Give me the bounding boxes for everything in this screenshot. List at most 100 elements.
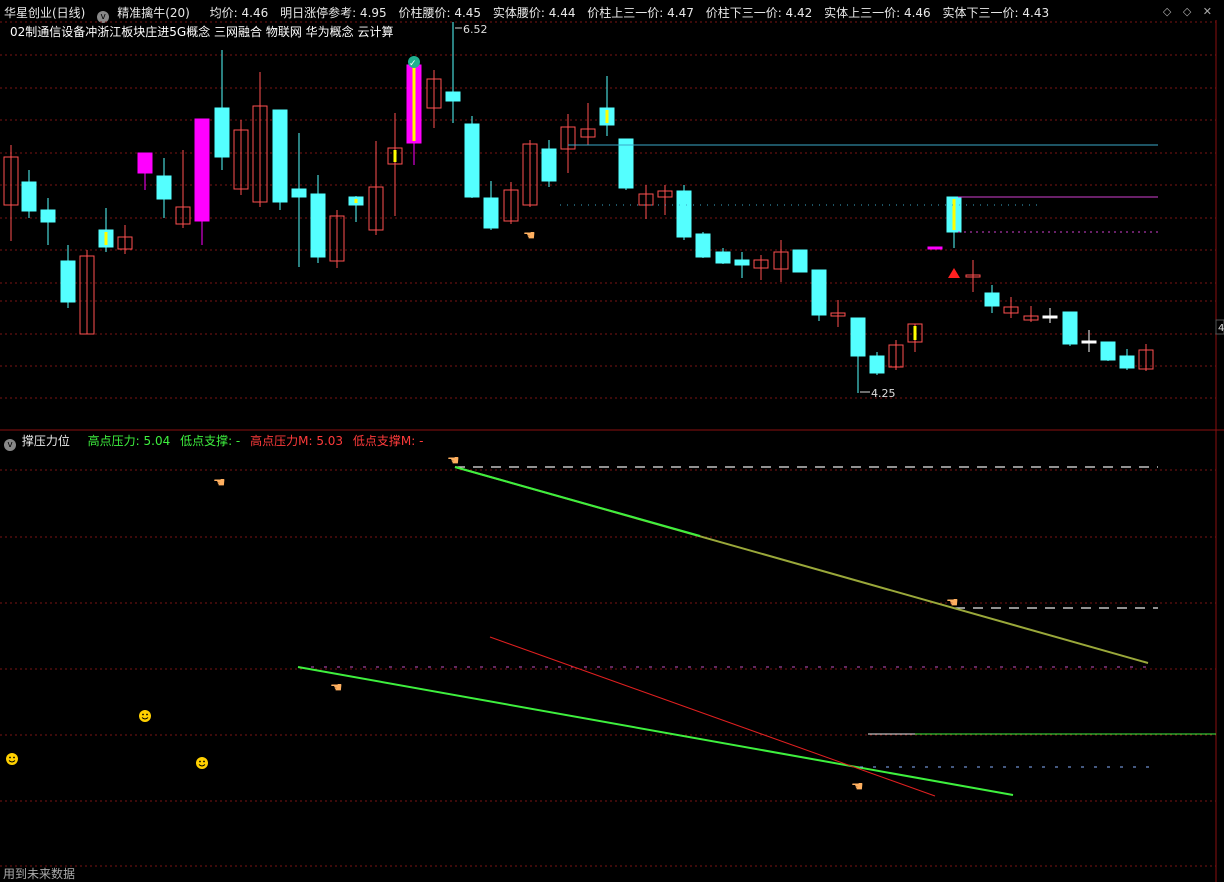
indicator-header: v 撑压力位 高点压力: 5.04 低点支撑: - 高点压力M: 5.03 低点… — [4, 432, 424, 451]
candle — [368, 141, 384, 235]
candle-body — [1062, 311, 1078, 345]
candle — [792, 249, 808, 273]
candle — [406, 62, 422, 165]
candle-body — [811, 269, 827, 316]
candle — [3, 145, 19, 241]
candle — [214, 50, 230, 170]
candlesticks — [3, 22, 1154, 393]
candle — [1100, 341, 1116, 361]
red-triangle-icon — [948, 268, 960, 278]
candle-body — [734, 259, 750, 266]
indicator-field: 高点压力: 5.04 — [87, 434, 171, 448]
candle-body — [464, 123, 480, 198]
candle — [1138, 344, 1154, 371]
candle-body — [676, 190, 692, 238]
candle — [638, 185, 654, 219]
candle — [98, 208, 114, 252]
candle — [599, 76, 615, 136]
indicator-lines — [297, 466, 1216, 797]
candle — [907, 323, 923, 352]
candle — [984, 285, 1000, 313]
candle-body — [156, 175, 172, 200]
indicator-field: 高点压力M: 5.03 — [250, 434, 344, 448]
candle-body — [40, 209, 56, 223]
candle — [734, 252, 750, 278]
candle — [272, 109, 288, 210]
candle-body — [445, 91, 461, 102]
candle — [387, 113, 403, 216]
candle — [291, 133, 307, 267]
candle — [233, 120, 249, 195]
candle — [156, 158, 172, 218]
candle — [329, 210, 345, 268]
hand-pointer-icon: ☚ — [447, 453, 460, 469]
smiley-eye — [203, 760, 205, 763]
candle — [445, 22, 461, 123]
low-price-label: 4.25 — [871, 387, 896, 400]
candle — [618, 138, 634, 190]
candle-body — [984, 292, 1000, 307]
candle-body — [272, 109, 288, 203]
candle — [715, 248, 731, 264]
smiley-eye — [9, 756, 11, 759]
status-footer: 用到未来数据 — [3, 867, 76, 881]
low-support-trend — [297, 666, 1014, 796]
candle — [541, 140, 557, 187]
candle-body — [792, 249, 808, 273]
candle — [1119, 349, 1135, 370]
candle-body — [194, 118, 210, 222]
candle — [40, 198, 56, 245]
smiley-eye — [13, 756, 15, 759]
candle-body — [137, 152, 153, 174]
smiley-face — [196, 757, 208, 769]
candle — [1003, 297, 1019, 318]
smiley-icon — [139, 710, 151, 722]
dropdown-icon[interactable]: v — [4, 439, 16, 451]
candle-body — [850, 317, 866, 357]
candle-body — [715, 251, 731, 264]
candle — [811, 269, 827, 321]
candle — [426, 70, 442, 128]
candle — [310, 175, 326, 263]
candle-highlight — [354, 199, 358, 203]
candle — [657, 185, 673, 215]
candle — [175, 150, 191, 228]
candle-body — [291, 188, 307, 198]
candle — [522, 140, 538, 207]
candle — [252, 72, 268, 207]
hand-pointer-icon: ☚ — [523, 228, 536, 244]
candle-body — [695, 233, 711, 258]
candle-body — [310, 193, 326, 258]
candle-body — [1100, 341, 1116, 361]
smiley-eye — [146, 713, 148, 716]
red-trend-line — [489, 636, 936, 797]
candle-highlight — [605, 110, 609, 123]
candle — [79, 250, 95, 335]
candle-body — [60, 260, 76, 303]
candle-highlight — [104, 232, 108, 245]
smiley-eye — [199, 760, 201, 763]
candle — [21, 170, 37, 218]
smiley-face — [6, 753, 18, 765]
overlay-lines — [560, 144, 1158, 233]
candle — [483, 181, 499, 230]
candle-body — [927, 246, 943, 250]
signal-icon-mark: ✓ — [409, 59, 417, 69]
indicator-field: 低点支撑M: - — [352, 434, 424, 448]
hand-pointer-icon: ☚ — [213, 475, 226, 491]
hand-pointer-icon: ☚ — [330, 680, 343, 696]
candle — [1042, 308, 1058, 323]
candle-highlight — [393, 150, 397, 162]
candle-body — [21, 181, 37, 212]
candle-highlight — [412, 67, 416, 141]
smiley-face — [139, 710, 151, 722]
candle — [927, 246, 943, 250]
candle — [560, 114, 576, 173]
candle-body — [1081, 340, 1097, 344]
candle-body — [618, 138, 634, 189]
indicator-panel-title[interactable]: 撑压力位 — [22, 434, 70, 448]
smiley-icon — [196, 757, 208, 769]
indicator-field: 低点支撑: - — [180, 434, 241, 448]
candle-body — [541, 148, 557, 182]
hand-pointer-icon: ☚ — [851, 779, 864, 795]
